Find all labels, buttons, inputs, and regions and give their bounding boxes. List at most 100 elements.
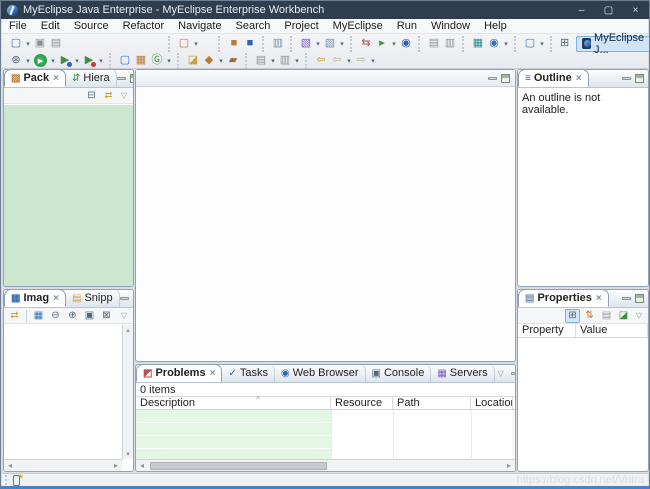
refresh-icon[interactable]: Ⓖ — [149, 53, 165, 68]
open-type-icon[interactable]: ◪ — [185, 53, 201, 68]
launch-dropdown-icon[interactable]: ▾ — [217, 57, 225, 65]
run-icon[interactable]: ▶ — [34, 54, 47, 67]
run-on-server-icon[interactable]: ▸ — [374, 36, 390, 51]
panel-maximize-icon[interactable] — [635, 74, 644, 83]
editor-minimize-icon[interactable] — [488, 77, 497, 80]
panel-minimize-icon[interactable] — [511, 372, 516, 375]
scroll-thumb[interactable] — [150, 462, 327, 470]
panel-minimize-icon[interactable] — [120, 297, 129, 300]
open-perspective-icon[interactable]: ⊞ — [558, 36, 571, 51]
new-wizard-icon[interactable]: ▢ — [8, 36, 24, 51]
menu-window[interactable]: Window — [424, 19, 477, 33]
wizard-a-icon[interactable]: ▧ — [298, 36, 314, 51]
web-browser-dropdown-icon[interactable]: ▾ — [538, 40, 546, 48]
new-java-project-icon[interactable]: ▢ — [117, 53, 133, 68]
show-advanced-icon[interactable]: ⇅ — [582, 309, 597, 323]
globe-icon[interactable]: ◉ — [398, 36, 414, 51]
maximize-button[interactable]: ▢ — [595, 1, 622, 19]
new-web-project-icon[interactable]: ▢ — [176, 36, 192, 51]
collapse-all-icon[interactable]: ⊟ — [84, 89, 99, 103]
view-menu-icon[interactable]: ▽ — [118, 91, 130, 100]
tab-web-browser[interactable]: ◉ Web Browser — [275, 364, 366, 382]
perspective-myeclipse-button[interactable]: MyEclipse J... — [576, 36, 650, 52]
print-icon[interactable]: ▤ — [48, 36, 64, 51]
fit-to-window-icon[interactable]: ⊠ — [99, 309, 114, 323]
package-icon[interactable]: ▰ — [225, 53, 241, 68]
back-icon[interactable]: ⇦ — [329, 53, 345, 68]
image-tool-icon[interactable]: ▦ — [31, 309, 46, 323]
next-annotation-dropdown-icon[interactable]: ▾ — [293, 57, 301, 65]
column-path[interactable]: Path — [393, 397, 471, 409]
menu-project[interactable]: Project — [277, 19, 325, 33]
column-resource[interactable]: Resource — [331, 397, 393, 409]
menu-help[interactable]: Help — [477, 19, 514, 33]
panel-minimize-icon[interactable] — [117, 77, 126, 80]
scroll-left-icon[interactable]: ◂ — [136, 461, 148, 470]
new-web-project-dropdown-icon[interactable]: ▾ — [192, 40, 200, 48]
tab-problems-close-icon[interactable]: × — [210, 368, 216, 379]
tab-package-explorer[interactable]: ▨ Pack × — [4, 69, 66, 87]
tab-outline-close-icon[interactable]: × — [576, 73, 582, 84]
tab-servers[interactable]: ▦ Servers — [431, 364, 494, 382]
tab-problems[interactable]: ◩ Problems × — [136, 364, 222, 382]
view-menu-icon[interactable]: ▽ — [495, 369, 507, 378]
new-wizard-dropdown-icon[interactable]: ▾ — [24, 40, 32, 48]
menu-refactor[interactable]: Refactor — [116, 19, 172, 33]
horizontal-scrollbar[interactable]: ◂ ▸ — [136, 459, 515, 471]
prev-annotation-dropdown-icon[interactable]: ▾ — [269, 57, 277, 65]
debug-dropdown-icon[interactable]: ▾ — [24, 57, 32, 65]
sync-deploy-icon[interactable]: ⇆ — [358, 36, 374, 51]
editor-maximize-icon[interactable] — [501, 74, 510, 83]
debug-icon[interactable]: ⊛ — [8, 53, 24, 68]
tab-tasks[interactable]: ✓ Tasks — [222, 364, 275, 382]
wizard-a-dropdown-icon[interactable]: ▾ — [314, 40, 322, 48]
view-menu-icon[interactable]: ▽ — [118, 311, 130, 320]
minimize-button[interactable]: – — [568, 1, 595, 19]
scroll-right-icon[interactable]: ▸ — [110, 461, 122, 470]
image-link-icon[interactable]: ⇄ — [7, 309, 22, 323]
actual-size-icon[interactable]: ▣ — [82, 309, 97, 323]
profile-as-icon[interactable]: ▶ — [81, 53, 97, 68]
tab-image-close-icon[interactable]: × — [53, 293, 59, 304]
profile-as-dropdown-icon[interactable]: ▾ — [97, 57, 105, 65]
tab-hierarchy[interactable]: ⇵ Hiera — [66, 69, 117, 87]
show-categories-icon[interactable]: ⊞ — [565, 309, 580, 323]
view-menu-icon[interactable]: ▽ — [633, 311, 645, 320]
junit-icon[interactable]: ▦ — [133, 53, 149, 68]
scroll-down-icon[interactable]: ▾ — [126, 450, 130, 458]
panel-maximize-icon[interactable] — [635, 294, 644, 303]
save-icon[interactable]: ▣ — [32, 36, 48, 51]
menu-search[interactable]: Search — [229, 19, 278, 33]
forward-dropdown-icon[interactable]: ▾ — [369, 57, 377, 65]
tab-outline[interactable]: ≡ Outline × — [518, 69, 589, 87]
wizard-b-dropdown-icon[interactable]: ▾ — [338, 40, 346, 48]
menu-file[interactable]: File — [2, 19, 34, 33]
globe-secondary-icon[interactable]: ◉ — [486, 36, 502, 51]
package-cube-icon[interactable]: ■ — [242, 36, 258, 51]
web-browser-icon[interactable]: ▢ — [522, 36, 538, 51]
editor-area[interactable] — [135, 69, 516, 362]
scroll-right-icon[interactable]: ▸ — [503, 461, 515, 470]
deploy-cube-icon[interactable]: ■ — [226, 36, 242, 51]
menu-run[interactable]: Run — [390, 19, 424, 33]
vertical-scrollbar[interactable]: ▴ ▾ — [122, 325, 133, 459]
menu-navigate[interactable]: Navigate — [171, 19, 228, 33]
menu-myeclipse[interactable]: MyEclipse — [326, 19, 390, 33]
column-location[interactable]: Location — [471, 397, 513, 409]
tab-snippets[interactable]: ▤ Snipp — [66, 289, 120, 307]
tab-package-close-icon[interactable]: × — [53, 73, 59, 84]
column-description[interactable]: Description — [136, 397, 331, 409]
status-notification-icon[interactable] — [13, 475, 20, 486]
panel-maximize-icon[interactable] — [130, 74, 134, 83]
panel-minimize-icon[interactable] — [622, 297, 631, 300]
globe-secondary-dropdown-icon[interactable]: ▾ — [502, 40, 510, 48]
run-as-dropdown-icon[interactable]: ▾ — [73, 57, 81, 65]
run-as-icon[interactable]: ▶ — [57, 53, 73, 68]
pin-to-selection-icon[interactable]: ◪ — [616, 309, 631, 323]
prev-annotation-icon[interactable]: ▤ — [253, 53, 269, 68]
web-tool-a-icon[interactable]: ▤ — [426, 36, 442, 51]
column-value[interactable]: Value — [576, 324, 648, 337]
column-property[interactable]: Property — [518, 324, 576, 337]
link-with-editor-icon[interactable]: ⇄ — [101, 89, 116, 103]
run-dropdown-icon[interactable]: ▾ — [49, 57, 57, 65]
